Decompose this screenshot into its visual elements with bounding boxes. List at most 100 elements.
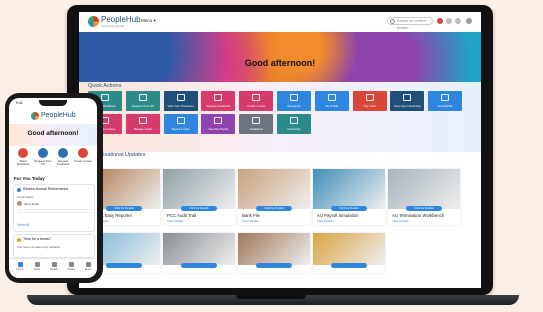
tile-icon — [138, 94, 147, 101]
tile-label: Manage Goals — [133, 127, 152, 131]
tile-label: Recognize — [287, 104, 301, 108]
help-icon[interactable] — [446, 18, 452, 24]
tile-icon — [441, 94, 450, 101]
tile-label: Create a Case — [247, 104, 266, 108]
card-image — [163, 233, 235, 265]
card-pill[interactable]: Click for Details — [181, 206, 217, 211]
task-sub: Confirmation — [17, 195, 35, 199]
update-card[interactable] — [313, 233, 385, 273]
card-image — [163, 169, 235, 209]
quick-action-tile[interactable]: Org Chart — [352, 91, 387, 111]
card-image — [313, 169, 385, 209]
phone-quick-action[interactable]: Create a Case — [73, 148, 93, 172]
nav-label: Home — [16, 268, 24, 271]
laptop-screen: PeopleHub Employee Portal Menu ▾ Search … — [79, 12, 481, 288]
card-link[interactable]: View Details — [167, 219, 183, 223]
quick-actions-section: Quick Actions Talent Workflows Request Ti… — [79, 82, 481, 152]
nav-label: Search — [49, 268, 59, 271]
card-pill[interactable] — [256, 263, 292, 268]
card-pill[interactable] — [106, 263, 142, 268]
card-pill[interactable]: Click for Details — [406, 206, 442, 211]
phone-action-label: Request Time Off — [34, 159, 52, 167]
update-card[interactable] — [238, 233, 310, 273]
quick-action-tile[interactable]: Favourites — [277, 114, 311, 134]
nav-label: Profile — [67, 268, 75, 271]
update-card[interactable]: Click for Details AU Payroll Simulation Vi… — [313, 169, 385, 225]
phone-screen: PeopleHub Good afternoon! Talent Workflo… — [9, 98, 97, 278]
nav-item[interactable]: Profile — [64, 262, 78, 276]
card-link[interactable]: View Details — [392, 219, 408, 223]
card-pill[interactable]: Click for Details — [256, 206, 292, 211]
phone-action-label: Create a Case — [73, 159, 93, 163]
update-card[interactable]: Click for Details AU Termination Workbenc… — [388, 169, 460, 225]
view-all-link[interactable]: View All — [17, 223, 29, 227]
quick-action-tile[interactable]: View Open Vacancies — [390, 91, 425, 111]
top-bar: PeopleHub Employee Portal Menu ▾ Search … — [79, 12, 481, 33]
laptop-notch — [236, 295, 306, 299]
quick-action-tile[interactable]: Recognize — [277, 91, 311, 111]
phone-action-icon — [38, 148, 48, 158]
for-you-title: For You Today — [14, 176, 45, 181]
phone-logo-icon — [31, 112, 39, 120]
search-input[interactable]: Search for content, people... — [387, 17, 433, 30]
nav-item[interactable]: More — [81, 262, 95, 276]
update-card[interactable]: Click for Details PCC Audit Trail View Det… — [163, 169, 235, 225]
nav-item[interactable]: Alerts — [30, 262, 44, 276]
greeting-title: Good afternoon! — [244, 58, 316, 68]
app-tagline: Employee Portal — [102, 24, 125, 28]
tile-label: Report a Case — [171, 127, 190, 131]
quick-action-tile[interactable]: Create a Case — [239, 91, 274, 111]
quick-action-tile[interactable]: View Your Timesheet — [163, 91, 198, 111]
divider — [17, 212, 91, 213]
quick-action-tile[interactable]: Request Time Off — [125, 91, 160, 111]
nav-item[interactable]: Home — [13, 262, 27, 276]
nav-icon — [34, 262, 40, 267]
nav-icon — [85, 262, 91, 267]
settings-icon[interactable] — [455, 18, 461, 24]
quick-action-tile[interactable]: Report a Case — [163, 114, 198, 134]
tile-icon — [101, 94, 109, 101]
avatar[interactable] — [466, 18, 472, 24]
update-card[interactable] — [163, 233, 235, 273]
quick-action-tile[interactable]: View My Payslip — [201, 114, 236, 134]
nav-label: Alerts — [33, 268, 41, 271]
phone-time: 9:41 — [16, 101, 23, 105]
task-card[interactable]: Review Annual Performance Confirmation J… — [13, 184, 95, 232]
break-title: Time for a break? — [23, 237, 52, 241]
tile-icon — [214, 117, 223, 124]
break-card[interactable]: Time for a break? You have not taken any… — [13, 234, 95, 258]
tile-label: View My Payslip — [208, 127, 229, 131]
clock-icon — [17, 238, 21, 242]
update-card[interactable]: Click for Details Bank File View Details — [238, 169, 310, 225]
card-title: Bank File — [242, 213, 260, 218]
tile-icon — [252, 94, 261, 101]
quick-action-tile[interactable]: Annual Plan — [428, 91, 463, 111]
nav-item[interactable]: Search — [47, 262, 61, 276]
tile-icon — [176, 117, 185, 124]
divider — [17, 209, 91, 210]
quick-action-tile[interactable]: Request Feedback — [201, 91, 236, 111]
quick-action-tile[interactable]: Guidelines — [239, 114, 274, 134]
tile-label: Request Feedback — [206, 104, 231, 108]
notification-icon[interactable] — [437, 18, 443, 24]
nav-icon — [17, 262, 23, 267]
phone-quick-action[interactable]: Request Feedback — [55, 148, 71, 172]
card-link[interactable]: View Details — [242, 219, 258, 223]
tile-label: My Profile — [325, 104, 339, 108]
tile-icon — [290, 117, 298, 124]
phone-app-name: PeopleHub — [41, 112, 76, 119]
app-logo[interactable]: PeopleHub — [101, 15, 141, 24]
menu-button[interactable]: Menu ▾ — [141, 18, 156, 24]
card-pill[interactable]: Click for Details — [106, 206, 142, 211]
quick-action-tile[interactable]: My Profile — [314, 91, 349, 111]
nav-label: More — [85, 268, 91, 271]
card-pill[interactable] — [181, 263, 217, 268]
phone-quick-action[interactable]: Request Time Off — [34, 148, 52, 172]
card-link[interactable]: View Details — [317, 219, 333, 223]
task-icon — [17, 188, 21, 192]
card-pill[interactable] — [331, 263, 367, 268]
tile-label: View Your Timesheet — [167, 104, 194, 108]
quick-action-tile[interactable]: Manage Goals — [125, 114, 160, 134]
phone-quick-action[interactable]: Talent Workflows — [15, 148, 31, 172]
card-pill[interactable]: Click for Details — [331, 206, 367, 211]
